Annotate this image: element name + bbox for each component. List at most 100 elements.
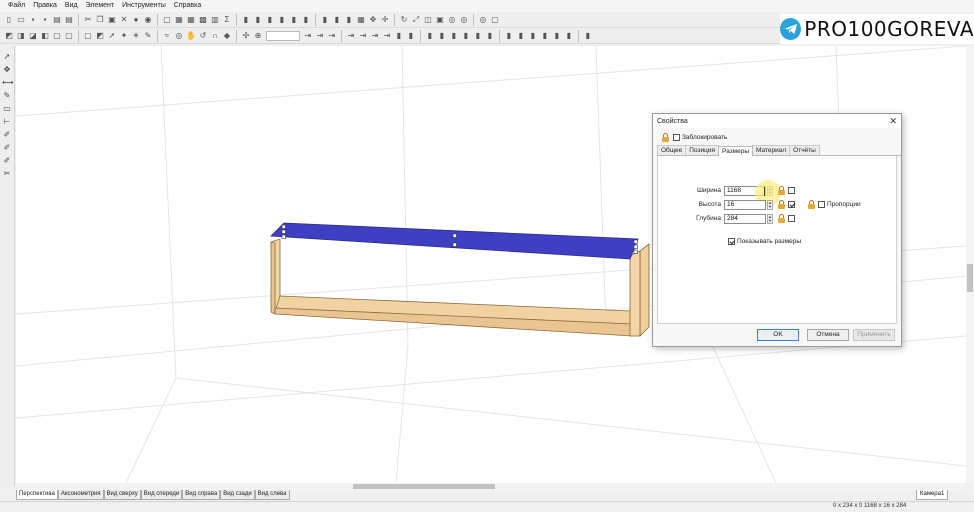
cube-front-icon[interactable]: ◨ bbox=[16, 31, 26, 41]
wave-icon[interactable]: ≈ bbox=[162, 31, 172, 41]
new-icon[interactable]: ▯ bbox=[4, 15, 14, 25]
copy-icon[interactable]: ❐ bbox=[95, 15, 105, 25]
hand-icon[interactable]: ✋ bbox=[186, 31, 196, 41]
width-input[interactable]: 1168 bbox=[724, 179, 781, 206]
arrow-icon[interactable]: ⇥ bbox=[327, 31, 337, 41]
grid-snap-icon[interactable]: ▦ bbox=[356, 15, 366, 25]
window-icon[interactable]: ▢ bbox=[162, 15, 172, 25]
dimension-icon[interactable]: ⊢ bbox=[2, 117, 12, 127]
image-icon[interactable]: ▩ bbox=[198, 15, 208, 25]
selected-top-panel[interactable] bbox=[270, 222, 639, 260]
eye-icon[interactable]: ◎ bbox=[459, 15, 469, 25]
align-icon[interactable]: ▮ bbox=[265, 15, 275, 25]
horizontal-scrollbar[interactable] bbox=[16, 483, 966, 490]
align-icon[interactable]: ▮ bbox=[437, 31, 447, 41]
align-icon[interactable]: ▮ bbox=[449, 31, 459, 41]
measure-icon[interactable]: ⟷ bbox=[2, 78, 13, 88]
tab-dimensions[interactable]: Размеры bbox=[718, 146, 754, 156]
node-icon[interactable]: ◆ bbox=[222, 31, 232, 41]
align-icon[interactable]: ▮ bbox=[461, 31, 471, 41]
align-icon[interactable]: ▮ bbox=[528, 31, 538, 41]
rotate-view-icon[interactable]: ↺ bbox=[198, 31, 208, 41]
eyedropper-icon[interactable]: ✎ bbox=[2, 91, 12, 101]
show-dimensions-checkbox[interactable] bbox=[728, 238, 735, 245]
scissors-icon[interactable]: ✂ bbox=[2, 169, 12, 179]
box-icon[interactable]: ▢ bbox=[52, 31, 62, 41]
tab-material[interactable]: Материал bbox=[752, 145, 791, 155]
tab-general[interactable]: Общее bbox=[657, 145, 687, 155]
align-icon[interactable]: ▮ bbox=[394, 31, 404, 41]
tab-axonometry[interactable]: Аксонометрия bbox=[57, 490, 104, 500]
pen-icon[interactable]: ✐ bbox=[2, 143, 12, 153]
menu-help[interactable]: Справка bbox=[170, 0, 205, 12]
pen-icon[interactable]: ✐ bbox=[2, 130, 12, 140]
tab-reports[interactable]: Отчёты bbox=[789, 145, 820, 155]
vertical-scrollbar[interactable] bbox=[966, 46, 974, 483]
align-icon[interactable]: ▮ bbox=[485, 31, 495, 41]
zoom-combo[interactable] bbox=[266, 30, 300, 41]
box-icon[interactable]: ▢ bbox=[83, 31, 93, 41]
eye-icon[interactable]: ◎ bbox=[478, 15, 488, 25]
pointer-icon[interactable]: ➚ bbox=[2, 52, 12, 62]
cursor-icon[interactable]: ✥ bbox=[368, 15, 378, 25]
cube-icon[interactable]: ◩ bbox=[4, 31, 14, 41]
tab-camera[interactable]: Камера1 bbox=[916, 490, 949, 500]
ok-button[interactable]: OK bbox=[757, 329, 799, 341]
cube-top-icon[interactable]: ◪ bbox=[28, 31, 38, 41]
arrow-icon[interactable]: ⇥ bbox=[382, 31, 392, 41]
depth-checkbox[interactable] bbox=[788, 215, 795, 222]
align-icon[interactable]: ▮ bbox=[540, 31, 550, 41]
move-tool-icon[interactable]: ✥ bbox=[2, 65, 12, 75]
lock-checkbox[interactable] bbox=[673, 133, 680, 141]
tab-top-view[interactable]: Вид сверху bbox=[103, 490, 141, 500]
brush-icon[interactable]: ✎ bbox=[143, 31, 153, 41]
close-icon[interactable]: ✕ bbox=[889, 116, 897, 127]
arrow-icon[interactable]: ⇥ bbox=[303, 31, 313, 41]
align-icon[interactable]: ▮ bbox=[253, 15, 263, 25]
cancel-button[interactable]: Отмена bbox=[807, 329, 849, 341]
height-spinner[interactable]: ▲ ▼ bbox=[767, 199, 773, 210]
height-checkbox[interactable] bbox=[788, 201, 795, 208]
globe-icon[interactable]: ● bbox=[131, 15, 141, 25]
height-lock-icon[interactable] bbox=[777, 200, 786, 209]
pan-icon[interactable]: ✣ bbox=[241, 31, 251, 41]
save-as-icon[interactable]: ▪ bbox=[40, 15, 50, 25]
select-icon[interactable]: ➚ bbox=[107, 31, 117, 41]
align-icon[interactable]: ▮ bbox=[320, 15, 330, 25]
apply-button[interactable]: Применить bbox=[853, 329, 895, 341]
grid-icon[interactable]: ▦ bbox=[186, 15, 196, 25]
align-icon[interactable]: ▮ bbox=[564, 31, 574, 41]
tab-right-view[interactable]: Вид справа bbox=[182, 490, 221, 500]
width-lock-icon[interactable] bbox=[777, 186, 786, 195]
tab-back-view[interactable]: Вид сзади bbox=[220, 490, 255, 500]
paste-icon[interactable]: ▣ bbox=[107, 15, 117, 25]
arrow-icon[interactable]: ⇥ bbox=[358, 31, 368, 41]
dialog-titlebar[interactable]: Свойства ✕ bbox=[653, 114, 901, 128]
save-icon[interactable]: ▪ bbox=[28, 15, 38, 25]
move-icon[interactable]: ✛ bbox=[380, 15, 390, 25]
menu-file[interactable]: Файл bbox=[4, 0, 29, 12]
width-checkbox[interactable] bbox=[788, 187, 795, 194]
eye-icon[interactable]: ◎ bbox=[447, 15, 457, 25]
height-input[interactable]: 16 bbox=[724, 199, 766, 210]
menu-edit[interactable]: Правка bbox=[29, 0, 61, 12]
tab-front-view[interactable]: Вид спереди bbox=[140, 490, 183, 500]
menu-view[interactable]: Вид bbox=[61, 0, 82, 12]
bulb-icon[interactable]: ✦ bbox=[119, 31, 129, 41]
open-icon[interactable]: ▭ bbox=[16, 15, 26, 25]
arrow-icon[interactable]: ⇥ bbox=[346, 31, 356, 41]
cut-icon[interactable]: ✂ bbox=[83, 15, 93, 25]
eye-icon[interactable]: ◎ bbox=[174, 31, 184, 41]
print-preview-icon[interactable]: ▤ bbox=[64, 15, 74, 25]
group-icon[interactable]: ▣ bbox=[435, 15, 445, 25]
align-icon[interactable]: ▮ bbox=[473, 31, 483, 41]
align-icon[interactable]: ▮ bbox=[504, 31, 514, 41]
right-side-panel[interactable] bbox=[639, 243, 650, 337]
light-icon[interactable]: ☀ bbox=[131, 31, 141, 41]
align-icon[interactable]: ▮ bbox=[406, 31, 416, 41]
pen-icon[interactable]: ✐ bbox=[2, 156, 12, 166]
delete-icon[interactable]: ✕ bbox=[119, 15, 129, 25]
arrow-icon[interactable]: ⇥ bbox=[370, 31, 380, 41]
arrow-icon[interactable]: ⇥ bbox=[315, 31, 325, 41]
align-icon[interactable]: ▮ bbox=[332, 15, 342, 25]
